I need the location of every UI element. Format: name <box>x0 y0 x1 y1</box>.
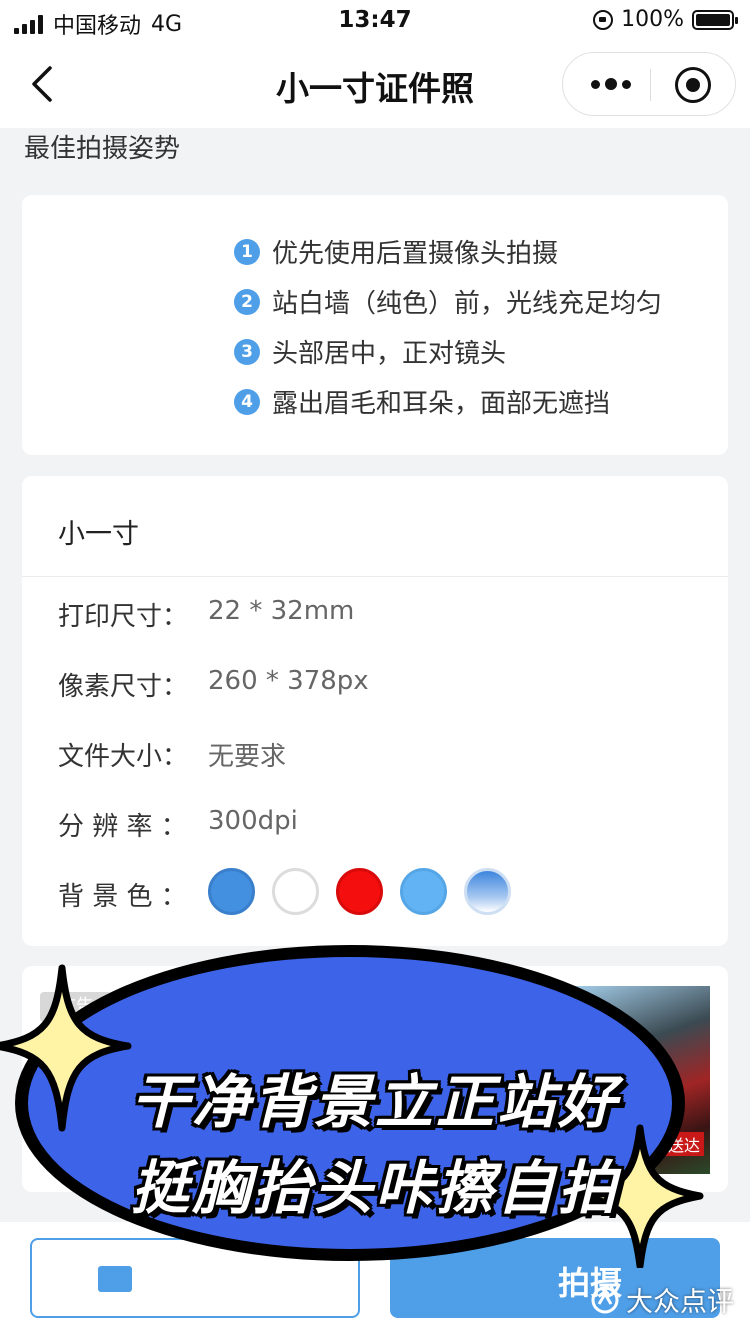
tip-number-badge: 1 <box>234 238 260 265</box>
tip-text: 露出眉毛和耳朵，面部无遮挡 <box>272 389 611 419</box>
sticker-text-line2: 挺胸抬头咔擦自拍 <box>130 1154 619 1222</box>
spec-value: 22 * 32mm <box>208 596 355 626</box>
color-swatch-gradient-blue[interactable] <box>464 868 511 915</box>
upload-photo-button[interactable] <box>30 1238 360 1318</box>
image-icon <box>98 1266 132 1292</box>
capsule-divider <box>650 69 651 101</box>
divider <box>22 576 728 577</box>
color-swatch-white[interactable] <box>272 868 319 915</box>
spec-title: 小一寸 <box>58 519 139 550</box>
tip-text: 站白墙（纯色）前，光线充足均匀 <box>272 289 663 319</box>
miniprogram-capsule <box>562 52 736 116</box>
watermark: 大众点评 <box>590 1280 734 1319</box>
spec-value: 260 * 378px <box>208 666 369 696</box>
orientation-lock-icon <box>593 9 614 30</box>
spec-row: 分 辨 率 ： 300dpi <box>58 806 298 843</box>
spec-value: 300dpi <box>208 806 298 836</box>
more-icon[interactable] <box>591 78 631 90</box>
dianping-logo-icon <box>591 1286 619 1313</box>
spec-label: 像素尺寸： <box>58 672 189 702</box>
tip-text: 优先使用后置摄像头拍摄 <box>272 239 559 269</box>
spec-row: 文件大小： 无要求 <box>58 736 286 773</box>
tip-item: 4 露出眉毛和耳朵，面部无遮挡 <box>234 383 610 420</box>
tips-card: 1 优先使用后置摄像头拍摄 2 站白墙（纯色）前，光线充足均匀 3 头部居中，正… <box>22 195 728 455</box>
tip-number-badge: 4 <box>234 388 260 415</box>
color-swatch-blue[interactable] <box>208 868 255 915</box>
background-color-label: 背 景 色 ： <box>58 882 187 912</box>
tip-number-badge: 3 <box>234 338 260 365</box>
nav-bar: 小一寸证件照 <box>0 40 750 128</box>
sticker-text-line1: 干净背景立正站好 <box>130 1068 619 1136</box>
background-color-options <box>208 868 511 915</box>
tip-number-badge: 2 <box>234 288 260 315</box>
watermark-text: 大众点评 <box>626 1287 734 1318</box>
battery-percent: 100% <box>621 7 684 32</box>
spec-label: 分 辨 率 ： <box>58 812 187 842</box>
spec-row: 像素尺寸： 260 * 378px <box>58 666 369 703</box>
status-bar: 中国移动 4G 13:47 100% <box>0 0 750 40</box>
close-miniprogram-icon[interactable] <box>675 67 711 103</box>
status-right: 100% <box>593 7 738 32</box>
tip-text: 头部居中，正对镜头 <box>272 339 507 369</box>
spec-card: 小一寸 打印尺寸： 22 * 32mm 像素尺寸： 260 * 378px 文件… <box>22 476 728 946</box>
battery-icon <box>692 9 738 30</box>
spec-label: 文件大小： <box>58 742 189 772</box>
spec-row: 打印尺寸： 22 * 32mm <box>58 596 354 633</box>
spec-row: 背 景 色 ： <box>58 876 208 913</box>
tip-item: 3 头部居中，正对镜头 <box>234 333 506 370</box>
tip-item: 2 站白墙（纯色）前，光线充足均匀 <box>234 283 662 320</box>
ad-badge: 广告 <box>40 992 112 1022</box>
color-swatch-light-blue[interactable] <box>400 868 447 915</box>
tips-section-title: 最佳拍摄姿势 <box>24 134 181 164</box>
tip-item: 1 优先使用后置摄像头拍摄 <box>234 233 558 270</box>
color-swatch-red[interactable] <box>336 868 383 915</box>
spec-label: 打印尺寸： <box>58 602 189 632</box>
spec-value: 无要求 <box>208 742 287 772</box>
